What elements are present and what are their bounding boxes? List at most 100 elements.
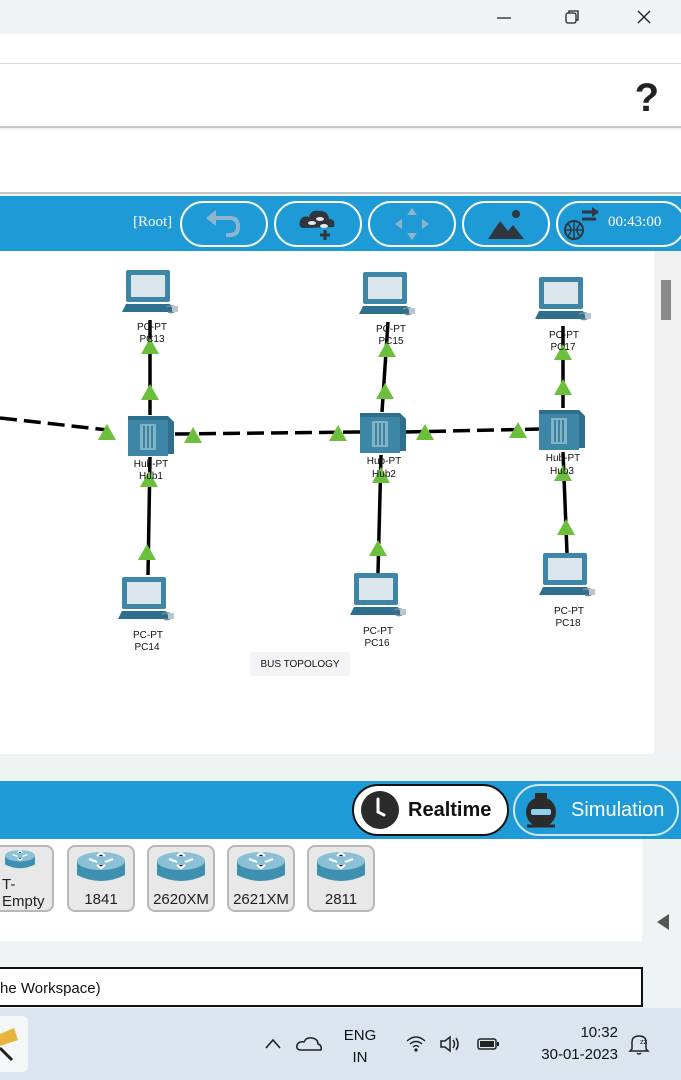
taskbar: ENG IN 10:32 30-01-2023 zz	[0, 1008, 681, 1080]
cable-links	[0, 320, 569, 576]
pc17-name-label: PC17	[550, 342, 575, 353]
minimize-button[interactable]	[474, 0, 534, 34]
canvas-footer	[0, 754, 681, 781]
stopwatch-icon	[526, 793, 556, 828]
scrollbar-thumb[interactable]	[661, 280, 671, 320]
hub2-name-label: Hub2	[372, 469, 396, 480]
sim-clock: 00:43:00	[608, 214, 662, 230]
pc16-name-label: PC16	[364, 638, 389, 649]
notification-bell-icon[interactable]: zz	[627, 1032, 651, 1056]
clock-icon	[361, 791, 399, 829]
back-arrow-icon	[206, 210, 241, 237]
router-icon	[77, 851, 125, 881]
move-arrows-icon	[395, 208, 429, 240]
wifi-icon[interactable]	[405, 1034, 427, 1054]
main-toolbar: ?	[0, 64, 681, 128]
clock[interactable]: 10:32 30-01-2023	[518, 1022, 618, 1066]
hub-device[interactable]	[538, 409, 586, 451]
pc18-type-label: PC-PT	[554, 606, 584, 617]
language-bottom: IN	[352, 1049, 368, 1066]
pc-device[interactable]	[358, 271, 416, 316]
mode-bar: Realtime Simulation	[0, 781, 681, 839]
clock-time: 10:32	[580, 1024, 618, 1041]
workspace-bar: [Root] 00:43:00	[0, 196, 681, 251]
device-label: T-Empty	[2, 876, 45, 910]
hub-device[interactable]	[359, 412, 407, 454]
onedrive-cloud-icon[interactable]	[295, 1034, 323, 1054]
minimize-icon	[497, 17, 511, 19]
device-label: 2621XM	[233, 891, 289, 908]
pc-device[interactable]	[538, 552, 596, 597]
menu-bar	[0, 34, 681, 64]
restore-button[interactable]	[542, 0, 602, 34]
close-button[interactable]	[614, 0, 674, 34]
back-button[interactable]	[180, 201, 268, 247]
device-item[interactable]: 2620XM	[147, 845, 215, 912]
root-label[interactable]: [Root]	[133, 214, 172, 231]
logical-workspace[interactable]: PC-PT PC13 PC-PT PC14 PC-PT PC15 PC-PT P…	[0, 251, 654, 754]
palette-side-panel	[642, 839, 681, 1007]
device-item[interactable]: T-Empty	[0, 845, 54, 912]
info-text: he Workspace)	[0, 980, 101, 997]
realtime-label: Realtime	[408, 798, 492, 821]
pc-device[interactable]	[534, 276, 592, 321]
background-image-icon	[488, 210, 524, 239]
router-icon	[157, 851, 205, 881]
language-top: ENG	[343, 1027, 377, 1044]
device-info-box: he Workspace)	[0, 967, 643, 1007]
pc15-name-label: PC15	[378, 336, 403, 347]
help-button[interactable]: ?	[635, 76, 659, 121]
device-item[interactable]: 2621XM	[227, 845, 295, 912]
pc14-name-label: PC14	[134, 642, 159, 653]
battery-icon[interactable]	[476, 1034, 502, 1054]
set-background-button[interactable]	[462, 201, 550, 247]
new-cluster-button[interactable]	[274, 201, 362, 247]
collapse-left-icon[interactable]	[653, 912, 673, 932]
clock-date: 30-01-2023	[541, 1046, 618, 1063]
cluster-add-icon	[299, 210, 335, 240]
hub3-name-label: Hub3	[550, 466, 574, 477]
vertical-scrollbar[interactable]	[654, 251, 681, 781]
router-icon	[5, 849, 35, 869]
simulation-tab[interactable]: Simulation	[513, 784, 679, 836]
palette-footer	[0, 941, 642, 967]
hub1-name-label: Hub1	[139, 471, 163, 482]
chevron-up-icon[interactable]	[263, 1034, 283, 1054]
svg-text:zz: zz	[640, 1038, 648, 1046]
hub1-type-label: Hub-PT	[134, 459, 168, 470]
pc-device[interactable]	[117, 576, 175, 621]
pc15-type-label: PC-PT	[376, 324, 406, 335]
title-bar	[0, 0, 681, 34]
language-indicator[interactable]: ENG IN	[338, 1025, 382, 1069]
pinned-app[interactable]	[0, 1016, 28, 1072]
hub-device[interactable]	[127, 415, 175, 457]
restore-icon	[565, 10, 579, 24]
viewport-globe-icon	[564, 207, 599, 240]
pc13-name-label: PC13	[139, 334, 164, 345]
device-label: 2811	[324, 891, 358, 908]
pc18-name-label: PC18	[555, 618, 580, 629]
device-label: 1841	[84, 891, 118, 908]
pc17-type-label: PC-PT	[549, 330, 579, 341]
pc14-type-label: PC-PT	[133, 630, 163, 641]
volume-icon[interactable]	[439, 1034, 463, 1054]
router-icon	[237, 851, 285, 881]
close-icon	[637, 10, 651, 24]
simulation-label: Simulation	[571, 798, 665, 821]
move-object-button[interactable]	[368, 201, 456, 247]
device-item[interactable]: 2811	[307, 845, 375, 912]
packet-tracer-icon	[0, 1028, 18, 1062]
realtime-tab[interactable]: Realtime	[352, 784, 509, 836]
device-label: 2620XM	[153, 891, 209, 908]
router-icon	[317, 851, 365, 881]
pc16-type-label: PC-PT	[363, 626, 393, 637]
pc13-type-label: PC-PT	[137, 322, 167, 333]
pc-device[interactable]	[349, 572, 407, 617]
secondary-toolbar	[0, 130, 681, 194]
device-palette: T-Empty 1841 2620XM 2621XM 2811	[0, 839, 642, 941]
device-item[interactable]: 1841	[67, 845, 135, 912]
hub3-type-label: Hub-PT	[546, 453, 580, 464]
topology-note: BUS TOPOLOGY	[260, 659, 339, 670]
hub2-type-label: Hub-PT	[367, 456, 401, 467]
pc-device[interactable]	[121, 269, 179, 314]
